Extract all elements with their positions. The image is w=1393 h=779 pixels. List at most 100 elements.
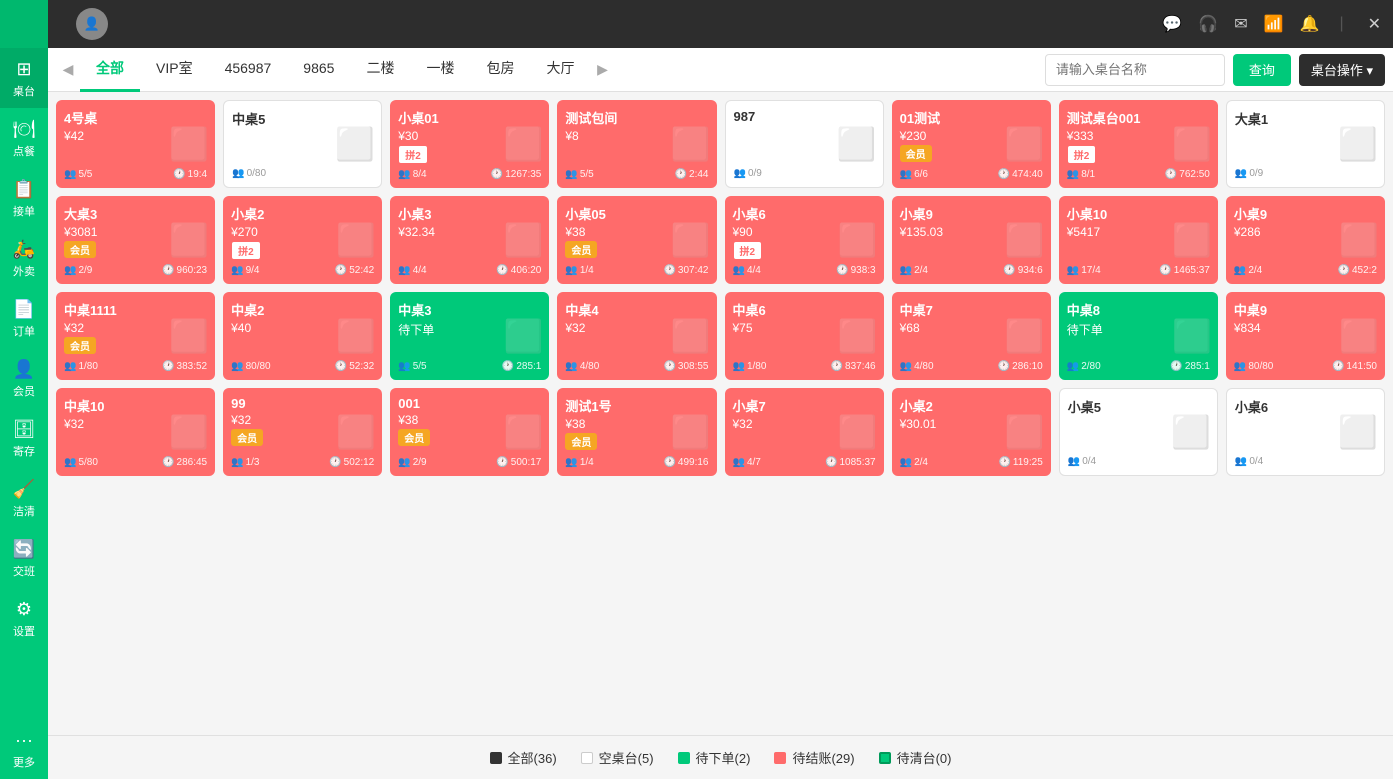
- table-row[interactable]: 小桌2 ¥30.01 👥 2/4 🕐 119:25 ⬜: [892, 388, 1051, 476]
- table-row[interactable]: 中桌5 👥 0/80 ⬜: [223, 100, 382, 188]
- main-content: 👤 💬 🎧 ✉ 📶 🔔 | ✕ ◀ 全部 VIP室 456987 9865 二楼…: [48, 0, 1393, 779]
- table-row[interactable]: 小桌9 ¥135.03 👥 2/4 🕐 934:6 ⬜: [892, 196, 1051, 284]
- logo: [0, 0, 48, 48]
- table-row[interactable]: 001 ¥38 会员 👥 2/9 🕐 500:17 ⬜: [390, 388, 549, 476]
- table-row[interactable]: 中桌4 ¥32 👥 4/80 🕐 308:55 ⬜: [557, 292, 716, 380]
- sidebar-item-clean[interactable]: 🧹 洁清: [0, 468, 48, 528]
- status-clean[interactable]: 待清台(0): [879, 748, 952, 767]
- tab-all[interactable]: 全部: [80, 48, 140, 92]
- sidebar-item-more[interactable]: ··· 更多: [0, 719, 48, 779]
- time-value: 1085:37: [839, 457, 875, 468]
- table-row[interactable]: 大桌3 ¥3081 会员 👥 2/9 🕐 960:23 ⬜: [56, 196, 215, 284]
- sidebar-item-settings[interactable]: ⚙ 设置: [0, 588, 48, 648]
- tab-private[interactable]: 包房: [470, 48, 530, 92]
- more-icon: ···: [12, 728, 36, 752]
- table-row[interactable]: 测试包间 ¥8 👥 5/5 🕐 2:44 ⬜: [557, 100, 716, 188]
- table-decoration-icon: ⬜: [504, 413, 544, 451]
- tab-2f[interactable]: 二楼: [350, 48, 410, 92]
- table-row[interactable]: 测试桌台001 ¥333 拼2 👥 8/1 🕐 762:50 ⬜: [1059, 100, 1218, 188]
- close-icon[interactable]: ✕: [1368, 14, 1381, 34]
- table-row[interactable]: 4号桌 ¥42 👥 5/5 🕐 19:4 ⬜: [56, 100, 215, 188]
- table-footer: 👥 5/5 🕐 285:1: [398, 361, 541, 372]
- table-row[interactable]: 测试1号 ¥38 会员 👥 1/4 🕐 499:16 ⬜: [557, 388, 716, 476]
- table-decoration-icon: ⬜: [504, 221, 544, 259]
- table-row[interactable]: 小桌6 👥 0/4 ⬜: [1226, 388, 1385, 476]
- sidebar-item-delivery[interactable]: 🛵 外卖: [0, 228, 48, 288]
- sidebar-item-shift[interactable]: 🔄 交班: [0, 528, 48, 588]
- people-icon: 👥: [398, 361, 410, 372]
- clock-icon: 🕐: [335, 265, 347, 276]
- table-time: 🕐 286:45: [162, 457, 207, 468]
- time-value: 52:32: [349, 361, 374, 372]
- table-row[interactable]: 中桌9 ¥834 👥 80/80 🕐 141:50 ⬜: [1226, 292, 1385, 380]
- table-ops-button[interactable]: 桌台操作 ▾: [1299, 54, 1385, 86]
- table-row[interactable]: 小桌01 ¥30 拼2 👥 8/4 🕐 1267:35 ⬜: [390, 100, 549, 188]
- people-count: 4/7: [747, 457, 761, 468]
- table-row[interactable]: 小桌05 ¥38 会员 👥 1/4 🕐 307:42 ⬜: [557, 196, 716, 284]
- status-pending[interactable]: 待下单(2): [678, 748, 751, 767]
- chat-icon[interactable]: 💬: [1162, 14, 1182, 34]
- clock-icon: 🕐: [831, 361, 843, 372]
- avatar: 👤: [76, 8, 108, 40]
- headphone-icon[interactable]: 🎧: [1198, 14, 1218, 34]
- table-people: 👥 5/5: [398, 361, 426, 372]
- mail-icon[interactable]: ✉: [1234, 14, 1247, 34]
- table-row[interactable]: 小桌7 ¥32 👥 4/7 🕐 1085:37 ⬜: [725, 388, 884, 476]
- sidebar-item-table[interactable]: ⊞ 桌台: [0, 48, 48, 108]
- table-row[interactable]: 小桌5 👥 0/4 ⬜: [1059, 388, 1218, 476]
- table-row[interactable]: 小桌6 ¥90 拼2 👥 4/4 🕐 938:3 ⬜: [725, 196, 884, 284]
- table-decoration-icon: ⬜: [336, 221, 376, 259]
- table-footer: 👥 5/80 🕐 286:45: [64, 457, 207, 468]
- search-input[interactable]: [1045, 54, 1225, 86]
- people-count: 4/4: [747, 265, 761, 276]
- table-row[interactable]: 小桌10 ¥5417 👥 17/4 🕐 1465:37 ⬜: [1059, 196, 1218, 284]
- wifi-icon[interactable]: 📶: [1264, 14, 1284, 34]
- people-count: 5/5: [413, 361, 427, 372]
- table-row[interactable]: 01测试 ¥230 会员 👥 6/6 🕐 474:40 ⬜: [892, 100, 1051, 188]
- sidebar-item-member[interactable]: 👤 会员: [0, 348, 48, 408]
- table-row[interactable]: 中桌7 ¥68 👥 4/80 🕐 286:10 ⬜: [892, 292, 1051, 380]
- table-time: 🕐 52:32: [335, 361, 374, 372]
- table-row[interactable]: 小桌9 ¥286 👥 2/4 🕐 452:2 ⬜: [1226, 196, 1385, 284]
- table-people: 👥 1/80: [733, 361, 767, 372]
- status-all[interactable]: 全部(36): [490, 748, 557, 767]
- tab-456987[interactable]: 456987: [209, 48, 288, 92]
- sidebar-item-receive[interactable]: 📋 接单: [0, 168, 48, 228]
- sidebar-item-orders[interactable]: 📄 订单: [0, 288, 48, 348]
- table-row[interactable]: 大桌1 👥 0/9 ⬜: [1226, 100, 1385, 188]
- sidebar-label-settings: 设置: [13, 623, 35, 639]
- clock-icon: 🕐: [998, 457, 1010, 468]
- tab-1f[interactable]: 一楼: [410, 48, 470, 92]
- people-icon: 👥: [231, 361, 243, 372]
- table-row[interactable]: 中桌8 待下单 👥 2/80 🕐 285:1 ⬜: [1059, 292, 1218, 380]
- table-row[interactable]: 99 ¥32 会员 👥 1/3 🕐 502:12 ⬜: [223, 388, 382, 476]
- table-time: 🕐 500:17: [496, 457, 541, 468]
- table-row[interactable]: 中桌3 待下单 👥 5/5 🕐 285:1 ⬜: [390, 292, 549, 380]
- sidebar-item-storage[interactable]: 🗄 寄存: [0, 408, 48, 468]
- tab-prev-arrow[interactable]: ◀: [56, 58, 80, 82]
- people-count: 80/80: [246, 361, 271, 372]
- table-decoration-icon: ⬜: [335, 125, 375, 163]
- table-row[interactable]: 中桌1111 ¥32 会员 👥 1/80 🕐 383:52 ⬜: [56, 292, 215, 380]
- table-time: 🕐 308:55: [663, 361, 708, 372]
- tab-vip[interactable]: VIP室: [140, 48, 209, 92]
- table-decoration-icon: ⬜: [1172, 125, 1212, 163]
- tab-9865[interactable]: 9865: [287, 48, 350, 92]
- table-badge: 会员: [231, 429, 263, 446]
- tab-next-arrow[interactable]: ▶: [590, 58, 614, 82]
- status-settle[interactable]: 待结账(29): [774, 748, 854, 767]
- sidebar-item-order[interactable]: 🍽 点餐: [0, 108, 48, 168]
- table-row[interactable]: 987 👥 0/9 ⬜: [725, 100, 884, 188]
- table-decoration-icon: ⬜: [504, 125, 544, 163]
- table-row[interactable]: 小桌2 ¥270 拼2 👥 9/4 🕐 52:42 ⬜: [223, 196, 382, 284]
- tab-hall[interactable]: 大厅: [530, 48, 590, 92]
- status-idle[interactable]: 空桌台(5): [581, 748, 654, 767]
- time-value: 1267:35: [505, 169, 541, 180]
- bell-icon[interactable]: 🔔: [1300, 14, 1320, 34]
- table-row[interactable]: 小桌3 ¥32.34 👥 4/4 🕐 406:20 ⬜: [390, 196, 549, 284]
- search-button[interactable]: 查询: [1233, 54, 1291, 86]
- table-row[interactable]: 中桌6 ¥75 👥 1/80 🕐 837:46 ⬜: [725, 292, 884, 380]
- time-value: 308:55: [678, 361, 709, 372]
- table-row[interactable]: 中桌2 ¥40 👥 80/80 🕐 52:32 ⬜: [223, 292, 382, 380]
- table-row[interactable]: 中桌10 ¥32 👥 5/80 🕐 286:45 ⬜: [56, 388, 215, 476]
